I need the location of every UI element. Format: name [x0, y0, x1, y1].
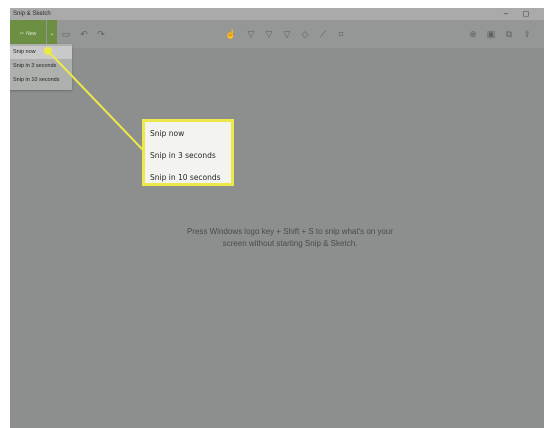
callout-item-snip-now: Snip now — [150, 129, 185, 138]
ruler-icon[interactable]: ⟋ — [317, 27, 329, 41]
highlighter-icon[interactable]: ▽ — [281, 27, 293, 41]
menu-item-snip-3-seconds[interactable]: Snip in 3 seconds — [10, 60, 72, 73]
save-icon[interactable]: ▣ — [485, 27, 497, 41]
app-window: Snip & Sketch – ◻ ✂ New ⌄ ▭ ↶ ↷ ☝ ▽ ▽ ▽ … — [10, 8, 544, 428]
callout-item-snip-3-seconds: Snip in 3 seconds — [150, 151, 216, 160]
menu-item-snip-10-seconds[interactable]: Snip in 10 seconds — [10, 74, 72, 87]
scissors-icon: ✂ — [19, 31, 25, 37]
copy-icon[interactable]: ⧉ — [503, 27, 515, 41]
hint-line-2: screen without starting Snip & Sketch. — [222, 239, 358, 248]
canvas-hint: Press Windows logo key + Shift + S to sn… — [160, 226, 420, 250]
new-label: New — [26, 31, 37, 37]
share-icon[interactable]: ⇪ — [521, 27, 533, 41]
redo-icon[interactable]: ↷ — [95, 27, 107, 41]
minimize-button[interactable]: – — [497, 8, 515, 20]
maximize-button[interactable]: ◻ — [517, 8, 535, 20]
touch-writing-icon[interactable]: ☝ — [225, 27, 237, 41]
hint-line-1: Press Windows logo key + Shift + S to sn… — [186, 227, 394, 236]
menu-item-snip-now[interactable]: Snip now — [10, 46, 72, 59]
callout-item-snip-10-seconds: Snip in 10 seconds — [150, 173, 221, 182]
toolbar: ✂ New ⌄ ▭ ↶ ↷ ☝ ▽ ▽ ▽ ◇ ⟋ ⌗ ⊕ ▣ ⧉ ⇪ — [10, 20, 544, 48]
zoom-icon[interactable]: ⊕ — [467, 27, 479, 41]
undo-icon[interactable]: ↶ — [78, 27, 90, 41]
app-title: Snip & Sketch — [13, 11, 51, 17]
ballpoint-pen-icon[interactable]: ▽ — [245, 27, 257, 41]
new-snip-dropdown: Snip now Snip in 3 seconds Snip in 10 se… — [10, 44, 72, 90]
pencil-icon[interactable]: ▽ — [263, 27, 275, 41]
title-bar: Snip & Sketch – ◻ — [10, 8, 544, 20]
open-icon[interactable]: ▭ — [60, 27, 72, 41]
callout-box: Snip now Snip in 3 seconds Snip in 10 se… — [142, 119, 234, 186]
eraser-icon[interactable]: ◇ — [299, 27, 311, 41]
crop-icon[interactable]: ⌗ — [335, 27, 347, 41]
